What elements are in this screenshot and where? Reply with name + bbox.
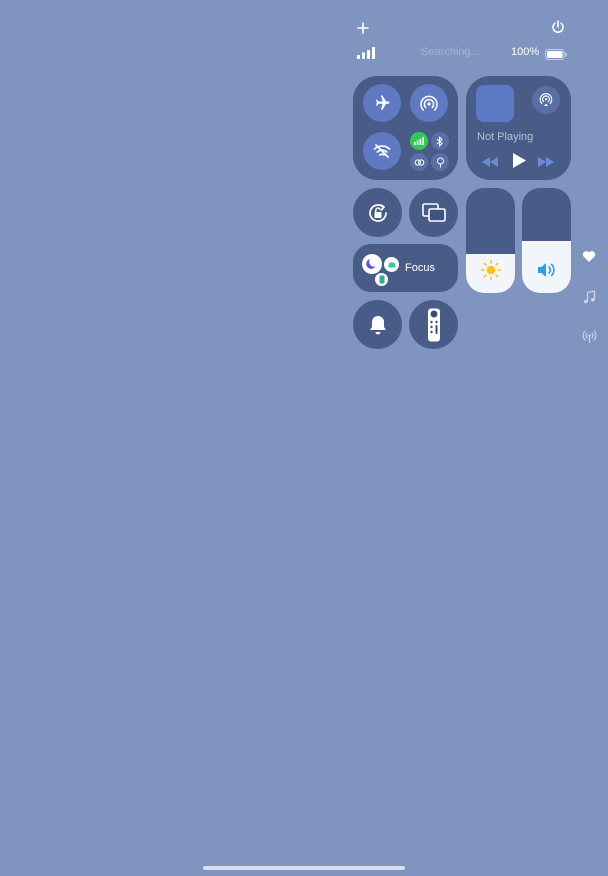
focus-sleep-icon bbox=[362, 254, 382, 274]
cellular-icon bbox=[414, 137, 424, 145]
antenna-icon bbox=[582, 330, 596, 343]
side-page-music[interactable] bbox=[580, 289, 598, 305]
airplane-mode-button[interactable] bbox=[363, 84, 401, 122]
airplay-button[interactable] bbox=[532, 86, 560, 114]
volume-slider[interactable] bbox=[522, 188, 571, 293]
now-playing-tile[interactable]: Not Playing bbox=[466, 76, 571, 180]
heart-icon bbox=[582, 250, 596, 262]
airdrop-icon bbox=[420, 95, 438, 111]
battery-indicator bbox=[545, 47, 567, 65]
badge-icon bbox=[379, 275, 384, 284]
cellular-data-button[interactable] bbox=[410, 132, 428, 150]
apple-tv-remote-icon bbox=[427, 308, 440, 341]
bell-icon bbox=[369, 315, 386, 334]
screen-mirroring-button[interactable] bbox=[409, 188, 458, 237]
moon-icon bbox=[366, 259, 376, 269]
focus-car-icon bbox=[384, 257, 399, 272]
battery-percentage: 100% bbox=[511, 46, 540, 58]
fast-forward-icon bbox=[538, 157, 554, 167]
screen-mirroring-icon bbox=[421, 202, 446, 222]
connectivity-tile bbox=[353, 76, 458, 180]
vpn-icon bbox=[414, 158, 424, 166]
focus-work-icon bbox=[375, 273, 388, 286]
home-indicator[interactable] bbox=[203, 866, 405, 870]
brightness-slider[interactable] bbox=[466, 188, 515, 293]
wifi-button[interactable] bbox=[363, 132, 401, 170]
bluetooth-icon bbox=[436, 136, 443, 146]
personal-hotspot-button[interactable] bbox=[431, 153, 449, 171]
play-button[interactable] bbox=[511, 152, 527, 174]
play-icon bbox=[513, 153, 526, 168]
wifi-off-icon bbox=[373, 144, 391, 158]
signal-strength bbox=[357, 46, 375, 64]
sun-icon bbox=[480, 259, 501, 281]
album-artwork bbox=[476, 85, 514, 122]
power-button[interactable] bbox=[550, 19, 566, 35]
battery-icon bbox=[545, 49, 567, 60]
rotation-lock-icon bbox=[368, 203, 387, 222]
carrier-status: Searching... bbox=[421, 46, 480, 58]
speaker-icon bbox=[537, 263, 555, 277]
plus-icon bbox=[357, 22, 369, 34]
bluetooth-button[interactable] bbox=[431, 132, 449, 150]
rewind-button[interactable] bbox=[481, 155, 499, 173]
cellular-signal-icon bbox=[357, 47, 375, 59]
airdrop-button[interactable] bbox=[410, 84, 448, 122]
apple-tv-remote-button[interactable] bbox=[409, 300, 458, 349]
music-note-icon bbox=[583, 290, 595, 304]
fast-forward-button[interactable] bbox=[537, 155, 555, 173]
now-playing-title: Not Playing bbox=[477, 131, 534, 143]
vpn-button[interactable] bbox=[410, 153, 428, 171]
side-page-connectivity[interactable] bbox=[580, 329, 598, 345]
rewind-icon bbox=[482, 157, 498, 167]
airplay-icon bbox=[539, 93, 553, 106]
side-page-favorites[interactable] bbox=[580, 248, 598, 264]
silent-mode-button[interactable] bbox=[353, 300, 402, 349]
car-icon bbox=[388, 262, 395, 267]
orientation-lock-button[interactable] bbox=[353, 188, 402, 237]
add-control-button[interactable] bbox=[355, 20, 371, 36]
airplane-icon bbox=[376, 95, 390, 110]
focus-button[interactable]: Focus bbox=[353, 244, 458, 292]
hotspot-icon bbox=[436, 157, 444, 167]
focus-label: Focus bbox=[405, 262, 435, 274]
power-icon bbox=[552, 20, 564, 33]
